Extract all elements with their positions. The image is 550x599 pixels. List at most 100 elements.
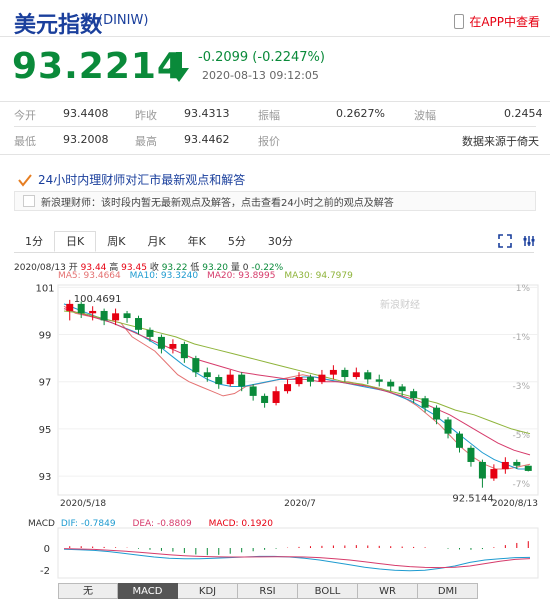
price-change: -0.2099 (-0.2247%) [198,50,325,65]
stat-range-label: 波幅 [414,109,436,122]
stat-amplitude-value: 0.2627% [336,107,385,120]
candle-body [341,369,349,378]
page-title: 美元指数 [14,13,103,38]
candle-body [513,461,521,466]
down-arrow-icon [169,52,189,82]
macd-value: MACD: 0.1920 [208,519,273,529]
candle-body [192,358,200,373]
indicator-tab-macd[interactable]: MACD [118,583,178,599]
candle-body [501,461,509,470]
candle-body [203,372,211,378]
x-tick-label: 2020/8/13 [492,499,538,509]
tab-5min[interactable]: 5分 [217,231,257,252]
ticker-code: (DINIW) [98,13,149,28]
open-in-app-link[interactable]: 在APP中查看 [454,13,540,30]
candle-body [89,310,97,314]
quote-timestamp: 2020-08-13 09:12:05 [202,69,319,82]
news-heading[interactable]: 24小时内理财师对汇市最新观点和解答 [18,171,245,188]
indicator-tab-kdj[interactable]: KDJ [178,583,238,599]
tab-monthly-k[interactable]: 月K [136,231,176,252]
stats-top-divider [0,101,550,102]
tab-30min[interactable]: 30分 [257,231,304,252]
indicator-tab-none[interactable]: 无 [58,583,118,599]
candle-body [410,391,418,399]
candle-body [364,372,372,380]
settings-icon[interactable] [522,234,536,248]
fullscreen-icon[interactable] [498,234,512,248]
indicator-tab-dmi[interactable]: DMI [418,583,478,599]
stat-prev-close-label: 昨收 [135,109,157,122]
candle-body [375,379,383,382]
x-tick-label: 2020/5/18 [60,499,106,509]
pct-tick-label: -5% [512,431,530,441]
dif-line [63,548,531,572]
stat-open-label: 今开 [14,109,36,122]
stats-bottom-divider [0,154,550,155]
indicator-tab-wr[interactable]: WR [358,583,418,599]
open-in-app-label: 在APP中查看 [469,15,540,29]
data-source-label: 数据来源于倚天 [462,135,539,148]
y-tick-label: 93 [39,472,52,483]
candle-body [123,313,131,319]
macd-tick-label: -2 [40,566,50,577]
x-tick-label: 2020/7 [284,499,316,509]
candle-body [318,374,326,382]
candle-body [226,374,234,385]
candle-body [112,313,120,321]
candle-body [272,391,280,403]
candle-body [421,398,429,408]
indicator-tabs: 无 MACD KDJ RSI BOLL WR DMI [58,583,478,599]
candle-body [66,303,74,311]
macd-tick-label: 0 [44,544,50,555]
candle-body [284,384,292,392]
candlestick-chart[interactable]: 新浪财经 101 99 97 95 93 1% -1% -3% -5% -7% 100.4691 92.… [0,280,550,582]
candle-body [398,386,406,392]
stat-amplitude-label: 振幅 [258,109,280,122]
stats-row-divider [14,126,536,127]
current-price: 93.2214 [12,46,183,87]
stat-low-label: 最低 [14,135,36,148]
stat-high-label: 最高 [135,135,157,148]
candle-body [261,395,269,403]
tab-weekly-k[interactable]: 周K [96,231,136,252]
news-item[interactable]: 新浪理财师：该时段内暂无最新观点及解答，点击查看24小时之前的观点及解答 [14,191,536,211]
checkmark-icon [18,173,32,187]
stat-low-value: 93.2008 [63,133,109,146]
candle-body [490,469,498,479]
candle-body [295,377,303,385]
candle-body [180,343,188,359]
y-tick-label: 97 [39,378,52,389]
pct-tick-label: -7% [512,480,530,490]
period-tabs: 1分 日K 周K 月K 年K 5分 30分 [14,231,534,253]
candle-body [215,377,223,385]
candle-body [444,419,452,434]
stat-quote-label: 报价 [258,135,280,148]
macd-dea: DEA: -0.8809 [132,519,192,529]
stat-range-value: 0.2454 [504,107,543,120]
watermark: 新浪财经 [380,298,420,311]
candle-body [306,377,314,382]
tab-daily-k[interactable]: 日K [54,231,97,252]
candle-body [352,372,360,378]
indicator-tab-rsi[interactable]: RSI [238,583,298,599]
macd-label: MACD [28,519,55,529]
header-divider [0,36,550,37]
candle-body [169,343,177,349]
y-tick-label: 99 [39,331,52,342]
candle-body [524,465,532,471]
pct-tick-label: 1% [516,284,531,294]
tab-yearly-k[interactable]: 年K [177,231,217,252]
candle-body [455,433,463,448]
pct-tick-label: -1% [512,333,530,343]
high-label: 100.4691 [74,294,122,305]
news-heading-text: 24小时内理财师对汇市最新观点和解答 [38,173,246,187]
candle-body [387,381,395,387]
stat-prev-close-value: 93.4313 [184,107,230,120]
candle-body [478,461,486,479]
tab-1min[interactable]: 1分 [14,231,54,252]
indicator-tab-boll[interactable]: BOLL [298,583,358,599]
ma-line-ma30 [63,310,531,435]
stat-high-value: 93.4462 [184,133,230,146]
candle-body [157,336,165,349]
news-text: 新浪理财师：该时段内暂无最新观点及解答，点击查看24小时之前的观点及解答 [41,197,394,209]
